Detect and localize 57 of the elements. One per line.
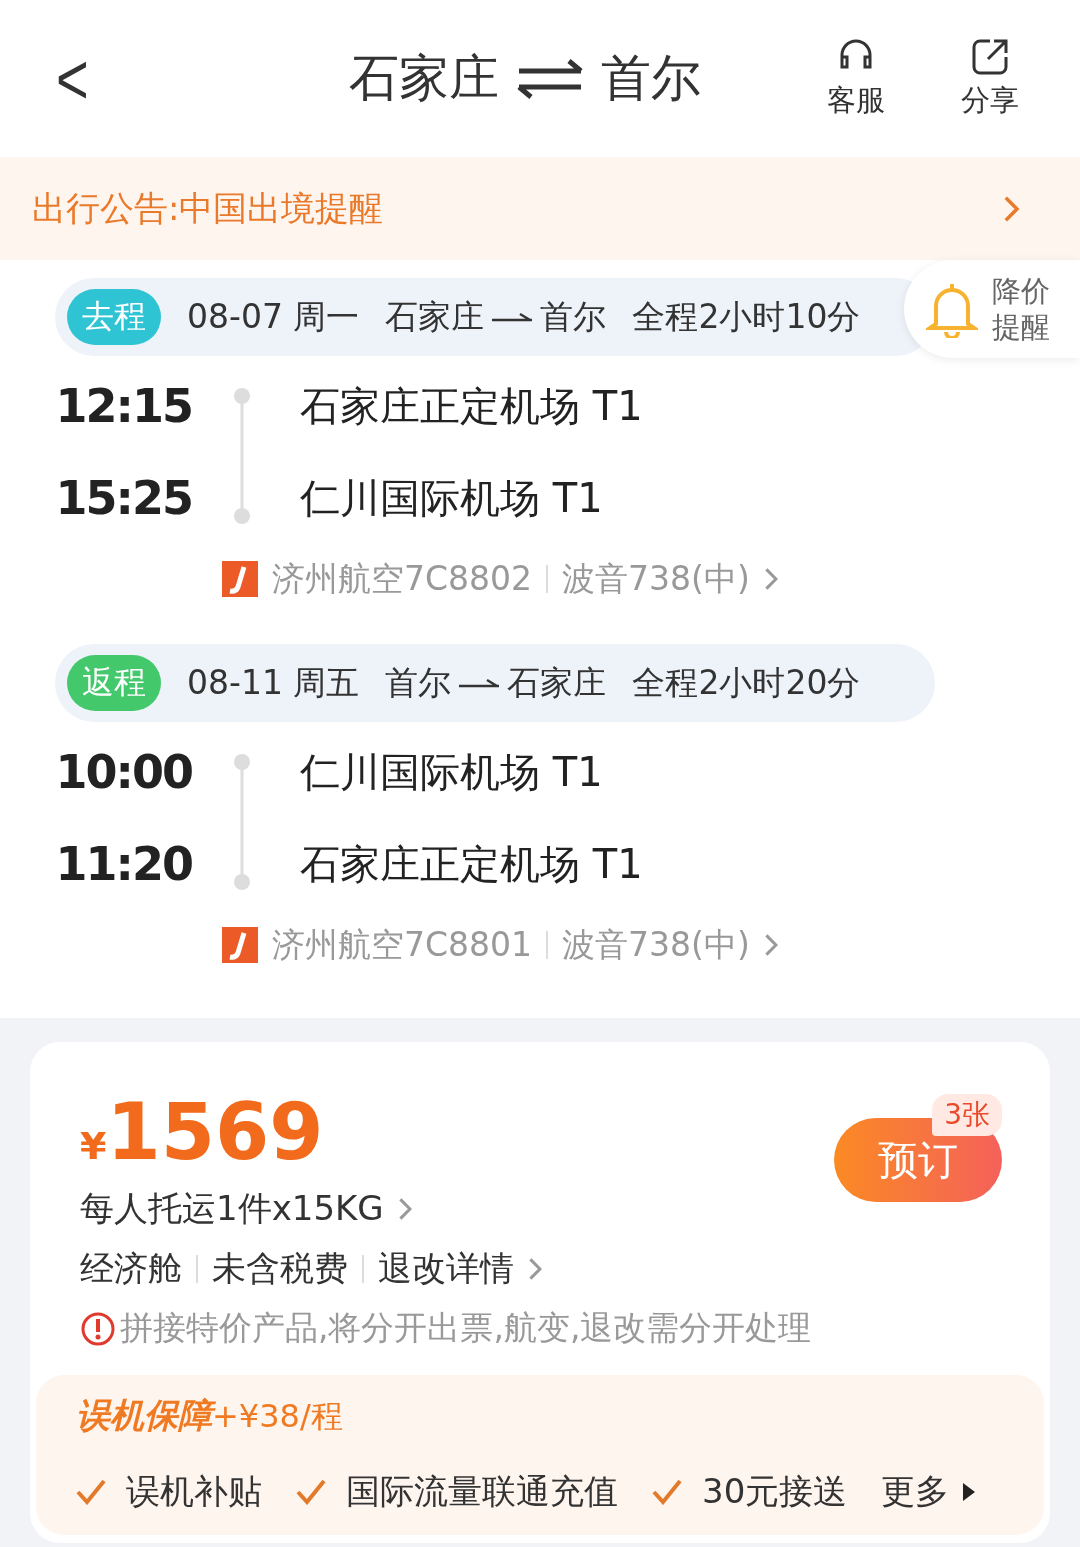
price-alert-label: 降价 提醒 xyxy=(992,273,1051,345)
benefit-text: 国际流量联通充值 xyxy=(346,1470,618,1513)
triangle-right-icon xyxy=(963,1483,976,1501)
baggage-text[interactable]: 每人托运1件x15KG xyxy=(80,1186,384,1232)
price-text: 1569 xyxy=(106,1092,324,1172)
aircraft-type: 波音738(中) xyxy=(562,557,750,600)
flight-number: 济州航空7C8802 xyxy=(272,557,533,600)
more-button[interactable]: 更多 xyxy=(881,1469,976,1515)
cabin-class: 经济舱 xyxy=(80,1247,182,1290)
price-alert-button[interactable]: 降价 提醒 xyxy=(904,260,1080,358)
destination-city: 首尔 xyxy=(601,48,702,109)
arrival-airport: 石家庄正定机场 T1 xyxy=(300,839,643,889)
check-icon xyxy=(296,1479,326,1505)
aircraft-type: 波音738(中) xyxy=(562,923,750,966)
refund-details-link[interactable]: 退改详情 xyxy=(378,1246,514,1292)
route-origin: 石家庄 xyxy=(385,295,485,338)
airline-logo-icon xyxy=(222,561,258,597)
check-icon xyxy=(76,1479,106,1505)
origin-city: 石家庄 xyxy=(349,48,500,109)
flight-date: 08-11 周五 xyxy=(187,661,360,704)
notice-text: 出行公告:中国出境提醒 xyxy=(32,186,384,230)
back-button[interactable]: < xyxy=(46,36,99,121)
check-icon xyxy=(652,1479,682,1505)
warning-text: 拼接特价产品,将分开出票,航变,退改需分开处理 xyxy=(120,1307,812,1349)
trip-tag: 返程 xyxy=(67,655,161,711)
customer-service-button[interactable]: 客服 xyxy=(796,36,916,121)
benefit-text: 误机补贴 xyxy=(126,1470,262,1513)
share-button[interactable]: 分享 xyxy=(930,36,1050,121)
tax-note: 未含税费 xyxy=(212,1247,348,1290)
chevron-right-icon xyxy=(397,1197,413,1221)
benefit-text: 30元接送 xyxy=(702,1470,848,1513)
ticket-count-badge: 3张 xyxy=(932,1094,1002,1136)
trip-tag: 去程 xyxy=(67,289,161,345)
departure-time: 12:15 xyxy=(54,379,193,433)
arrival-airport: 仁川国际机场 T1 xyxy=(300,473,603,523)
route-arrow-icon xyxy=(492,312,533,322)
route-origin: 首尔 xyxy=(385,661,452,704)
swap-icon xyxy=(517,58,584,99)
flight-number: 济州航空7C8801 xyxy=(272,923,533,966)
duration-text: 全程2小时20分 xyxy=(632,661,861,704)
chevron-right-icon xyxy=(763,567,779,591)
warning-icon xyxy=(80,1310,116,1347)
arrival-time: 15:25 xyxy=(54,471,193,525)
flight-date: 08-07 周一 xyxy=(187,295,360,338)
airline-logo-icon xyxy=(222,927,258,963)
departure-airport: 仁川国际机场 T1 xyxy=(300,747,603,797)
arrival-time: 11:20 xyxy=(54,837,193,891)
duration-text: 全程2小时10分 xyxy=(632,295,861,338)
currency-symbol: ¥ xyxy=(80,1124,107,1168)
chevron-right-icon xyxy=(1003,194,1020,223)
chevron-right-icon xyxy=(763,933,779,957)
chevron-right-icon xyxy=(528,1257,543,1281)
departure-airport: 石家庄正定机场 T1 xyxy=(300,381,643,431)
route-destination: 首尔 xyxy=(540,295,607,338)
route-arrow-icon xyxy=(459,678,500,688)
departure-time: 10:00 xyxy=(54,745,193,799)
route-destination: 石家庄 xyxy=(507,661,607,704)
